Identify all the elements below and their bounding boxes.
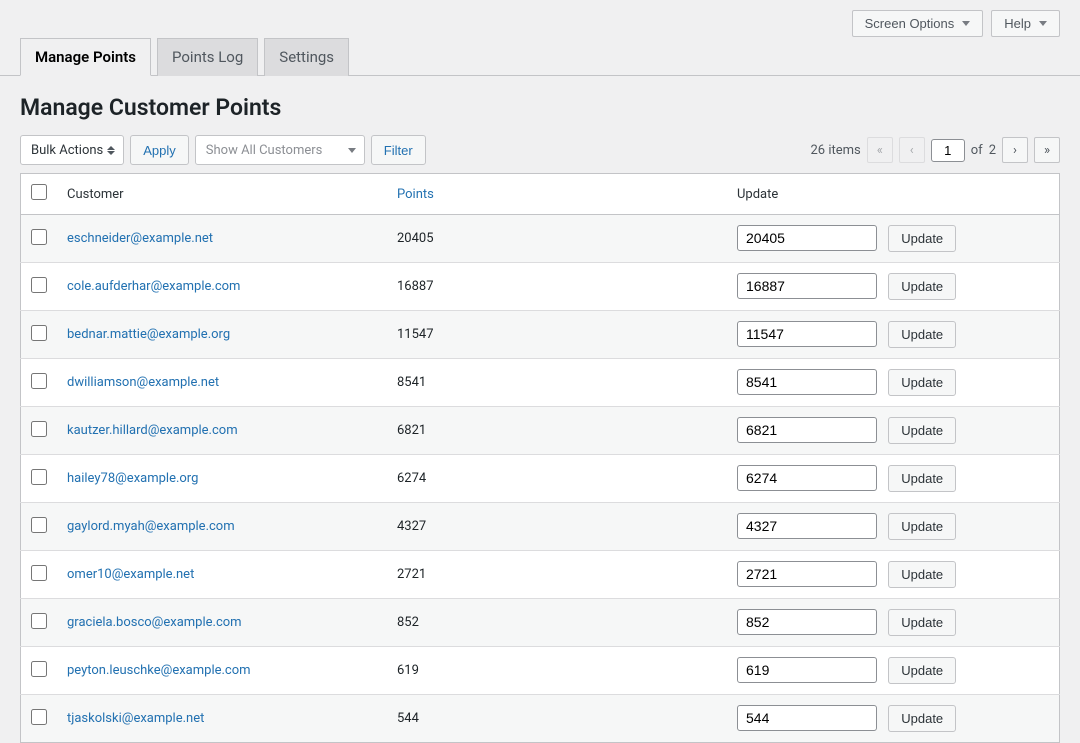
points-input[interactable]	[737, 273, 877, 299]
row-checkbox[interactable]	[31, 325, 47, 341]
points-cell: 8541	[387, 359, 727, 407]
tab-manage-points[interactable]: Manage Points	[20, 38, 151, 76]
tab-settings[interactable]: Settings	[264, 38, 349, 76]
points-cell: 852	[387, 599, 727, 647]
update-button[interactable]: Update	[888, 225, 956, 252]
table-row: omer10@example.net 2721 Update	[21, 551, 1060, 599]
prev-page-button: ‹	[899, 137, 925, 163]
row-checkbox[interactable]	[31, 373, 47, 389]
points-cell: 11547	[387, 311, 727, 359]
points-input[interactable]	[737, 705, 877, 731]
row-checkbox[interactable]	[31, 517, 47, 533]
update-button[interactable]: Update	[888, 561, 956, 588]
row-checkbox[interactable]	[31, 709, 47, 725]
table-row: kautzer.hillard@example.com 6821 Update	[21, 407, 1060, 455]
customer-link[interactable]: dwilliamson@example.net	[67, 375, 219, 390]
table-row: hailey78@example.org 6274 Update	[21, 455, 1060, 503]
update-button[interactable]: Update	[888, 321, 956, 348]
customer-link[interactable]: cole.aufderhar@example.com	[67, 279, 240, 294]
apply-button[interactable]: Apply	[130, 135, 189, 165]
points-input[interactable]	[737, 609, 877, 635]
table-row: peyton.leuschke@example.com 619 Update	[21, 647, 1060, 695]
update-button[interactable]: Update	[888, 369, 956, 396]
points-input[interactable]	[737, 321, 877, 347]
page-title: Manage Customer Points	[20, 94, 1060, 121]
items-count: 26 items	[810, 143, 860, 158]
points-cell: 619	[387, 647, 727, 695]
bulk-actions-select[interactable]: Bulk Actions	[20, 135, 124, 165]
customer-link[interactable]: peyton.leuschke@example.com	[67, 663, 251, 678]
points-cell: 6274	[387, 455, 727, 503]
table-row: dwilliamson@example.net 8541 Update	[21, 359, 1060, 407]
update-button[interactable]: Update	[888, 513, 956, 540]
points-table: Customer Points Update eschneider@exampl…	[20, 173, 1060, 743]
first-page-button: «	[867, 137, 893, 163]
column-header-customer[interactable]: Customer	[57, 174, 387, 215]
points-input[interactable]	[737, 561, 877, 587]
update-button[interactable]: Update	[888, 657, 956, 684]
updown-icon	[107, 146, 115, 155]
select-all-checkbox[interactable]	[31, 184, 47, 200]
points-input[interactable]	[737, 417, 877, 443]
nav-tabs: Manage Points Points Log Settings	[0, 37, 1080, 76]
update-button[interactable]: Update	[888, 273, 956, 300]
points-cell: 2721	[387, 551, 727, 599]
filter-button[interactable]: Filter	[371, 135, 426, 165]
customer-link[interactable]: graciela.bosco@example.com	[67, 615, 242, 630]
points-cell: 6821	[387, 407, 727, 455]
table-row: cole.aufderhar@example.com 16887 Update	[21, 263, 1060, 311]
total-pages: 2	[989, 143, 996, 158]
customer-link[interactable]: gaylord.myah@example.com	[67, 519, 235, 534]
update-button[interactable]: Update	[888, 609, 956, 636]
customer-link[interactable]: kautzer.hillard@example.com	[67, 423, 238, 438]
points-cell: 20405	[387, 215, 727, 263]
customer-link[interactable]: omer10@example.net	[67, 567, 194, 582]
points-cell: 16887	[387, 263, 727, 311]
column-header-points[interactable]: Points	[397, 187, 434, 202]
points-input[interactable]	[737, 225, 877, 251]
points-input[interactable]	[737, 513, 877, 539]
row-checkbox[interactable]	[31, 277, 47, 293]
table-row: tjaskolski@example.net 544 Update	[21, 695, 1060, 743]
points-cell: 4327	[387, 503, 727, 551]
points-input[interactable]	[737, 465, 877, 491]
of-label: of	[971, 143, 983, 158]
update-button[interactable]: Update	[888, 465, 956, 492]
row-checkbox[interactable]	[31, 229, 47, 245]
triangle-down-icon	[962, 21, 970, 26]
points-input[interactable]	[737, 369, 877, 395]
update-button[interactable]: Update	[888, 417, 956, 444]
customer-link[interactable]: tjaskolski@example.net	[67, 711, 204, 726]
next-page-button[interactable]: ›	[1002, 137, 1028, 163]
row-checkbox[interactable]	[31, 469, 47, 485]
table-row: eschneider@example.net 20405 Update	[21, 215, 1060, 263]
triangle-down-icon	[1039, 21, 1047, 26]
table-row: gaylord.myah@example.com 4327 Update	[21, 503, 1060, 551]
customer-link[interactable]: bednar.mattie@example.org	[67, 327, 230, 342]
points-cell: 544	[387, 695, 727, 743]
chevron-down-icon	[348, 148, 356, 153]
row-checkbox[interactable]	[31, 661, 47, 677]
row-checkbox[interactable]	[31, 421, 47, 437]
update-button[interactable]: Update	[888, 705, 956, 732]
points-input[interactable]	[737, 657, 877, 683]
row-checkbox[interactable]	[31, 565, 47, 581]
help-button[interactable]: Help	[991, 10, 1060, 37]
last-page-button[interactable]: »	[1034, 137, 1060, 163]
screen-options-button[interactable]: Screen Options	[852, 10, 984, 37]
tab-points-log[interactable]: Points Log	[157, 38, 258, 76]
current-page-input[interactable]	[931, 139, 965, 162]
column-header-update: Update	[727, 174, 1060, 215]
row-checkbox[interactable]	[31, 613, 47, 629]
customer-link[interactable]: hailey78@example.org	[67, 471, 198, 486]
table-row: bednar.mattie@example.org 11547 Update	[21, 311, 1060, 359]
customer-filter-select[interactable]: Show All Customers	[195, 135, 365, 165]
table-row: graciela.bosco@example.com 852 Update	[21, 599, 1060, 647]
customer-link[interactable]: eschneider@example.net	[67, 231, 213, 246]
